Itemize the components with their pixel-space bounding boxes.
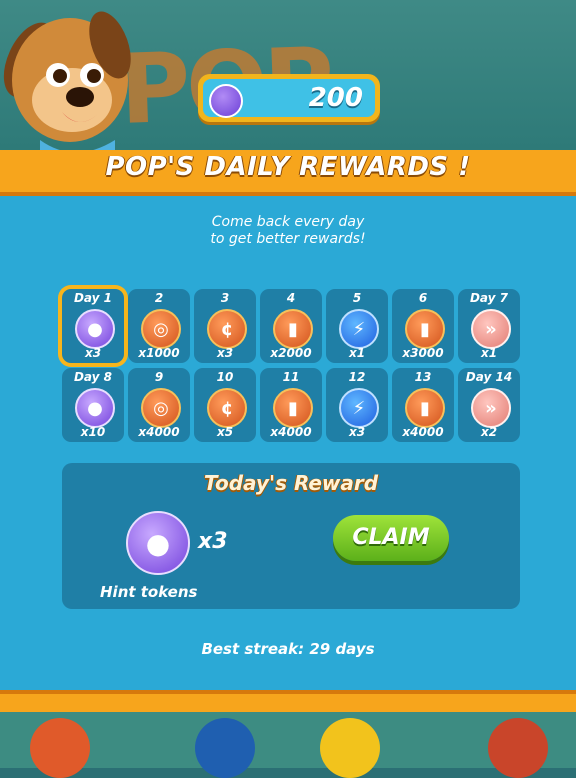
coin-stack-glyph: ▮ [288,397,298,419]
today-reward-box: Today's Reward ● x3 Hint tokens CLAIM [62,463,520,609]
reward-day-cell: 13 ▮ x4000 [392,368,454,442]
reward-qty: x5 [216,425,234,439]
fast-forward-icon: » [471,309,511,349]
hint-count: 200 [308,83,363,113]
reward-day-cell: 6 ▮ x3000 [392,289,454,363]
reward-day-label: 3 [220,291,230,305]
reward-qty: x4000 [270,425,312,439]
reward-day-label: Day 7 [469,291,509,305]
reward-day-cell: 4 ▮ x2000 [260,289,322,363]
coin-stack-icon: ▮ [273,388,313,428]
coin-stack-glyph: ▮ [288,318,298,340]
menu-button-icon [195,718,255,778]
coin-stack-glyph: ▮ [420,318,430,340]
hint-token-icon [209,84,243,118]
reward-day-label: 12 [348,370,366,384]
reward-day-cell: 3 ¢ x3 [194,289,256,363]
reward-day-label: Day 14 [465,370,513,384]
coin-glyph: ¢ [220,318,234,340]
coin-glyph: ¢ [220,397,234,419]
subtitle-line-2: to get better rewards! [210,231,366,247]
hint-counter: 200 [198,74,380,122]
hint-token-icon: ● [126,511,190,575]
bolt-icon: ⚡ [339,309,379,349]
reward-qty: x1000 [138,346,180,360]
reward-qty: x3 [216,346,234,360]
coins-icon: ◎ [141,388,181,428]
coins-icon: ◎ [141,309,181,349]
fast-forward-icon: » [471,388,511,428]
reward-qty: x4000 [138,425,180,439]
reward-day-label: 4 [286,291,296,305]
hint-icon: ● [75,309,115,349]
bolt-glyph: ⚡ [352,397,366,419]
reward-day-cell: Day 1 ● x3 [62,289,124,363]
subtitle-line-1: Come back every day [211,214,365,230]
fast-forward-glyph: » [485,397,497,419]
reward-qty: x10 [80,425,106,439]
reward-day-label: Day 8 [73,370,113,384]
coin-icon: ¢ [207,388,247,428]
coin-stack-icon: ▮ [405,309,445,349]
reward-day-label: 10 [216,370,234,384]
reward-day-cell: Day 7 » x1 [458,289,520,363]
today-reward-name: Hint tokens [100,583,198,601]
coin-icon: ¢ [207,309,247,349]
reward-day-label: 2 [154,291,164,305]
reward-day-cell: 2 ◎ x1000 [128,289,190,363]
reward-qty: x3000 [402,346,444,360]
menu-button-icon-2 [320,718,380,778]
reward-day-cell: 11 ▮ x4000 [260,368,322,442]
bolt-glyph: ⚡ [352,318,366,340]
today-reward-qty: x3 [198,529,228,554]
page-title: POP'S DAILY REWARDS ! [105,152,471,182]
subtitle: Come back every day to get better reward… [0,214,576,248]
reward-day-cell: 5 ⚡ x1 [326,289,388,363]
reward-qty: x3 [348,425,366,439]
bolt-icon: ⚡ [339,388,379,428]
today-reward-title: Today's Reward [203,471,379,495]
hint-icon: ● [75,388,115,428]
claim-button[interactable]: CLAIM [333,515,449,561]
menu-button-icon-3 [488,718,548,778]
reward-qty: x2000 [270,346,312,360]
reward-day-label: 6 [418,291,428,305]
reward-qty: x2 [480,425,498,439]
fast-forward-glyph: » [485,318,497,340]
reward-day-cell: Day 14 » x2 [458,368,520,442]
reward-day-cell: Day 8 ● x10 [62,368,124,442]
reward-day-label: Day 1 [73,291,113,305]
reward-qty: x4000 [402,425,444,439]
coin-stack-icon: ▮ [405,388,445,428]
reward-day-label: 11 [282,370,300,384]
coins-glyph: ◎ [153,318,169,340]
reward-qty: x3 [84,346,102,360]
reward-day-label: 13 [414,370,432,384]
reward-day-label: 9 [154,370,164,384]
coin-stack-glyph: ▮ [420,397,430,419]
coins-glyph: ◎ [153,397,169,419]
reward-day-cell: 12 ⚡ x3 [326,368,388,442]
settings-icon [30,718,90,778]
reward-day-cell: 9 ◎ x4000 [128,368,190,442]
reward-qty: x1 [348,346,366,360]
reward-day-label: 5 [352,291,362,305]
coin-stack-icon: ▮ [273,309,313,349]
reward-day-cell: 10 ¢ x5 [194,368,256,442]
hint-glyph: ● [87,318,103,340]
reward-qty: x1 [480,346,498,360]
best-streak: Best streak: 29 days [201,640,375,658]
hint-glyph: ● [87,397,103,419]
